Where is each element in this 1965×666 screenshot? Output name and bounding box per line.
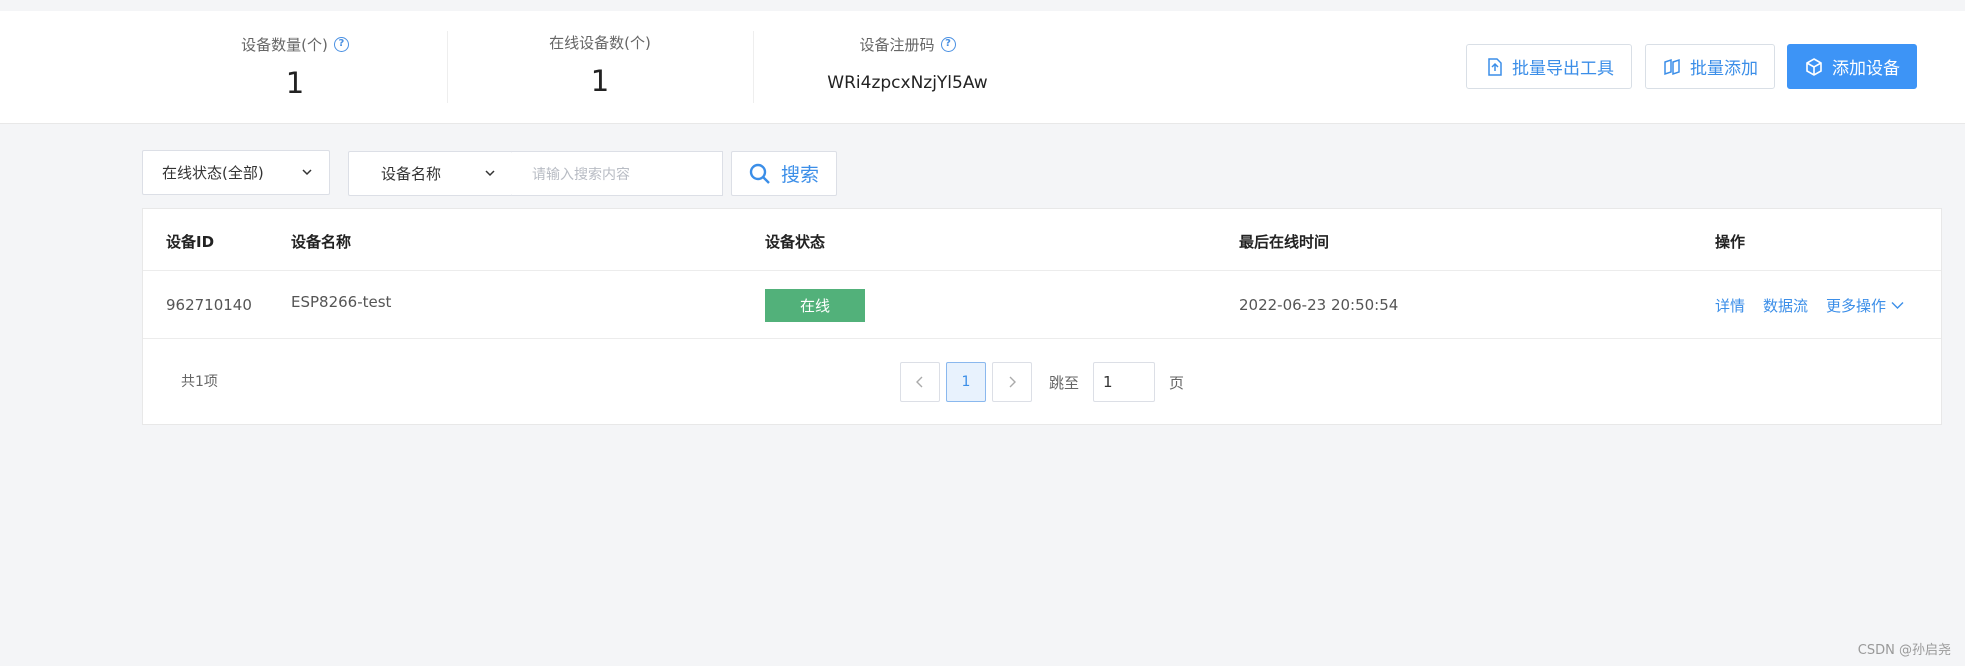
batch-add-button[interactable]: 批量添加 xyxy=(1645,44,1775,89)
cell-device-name: ESP8266-test xyxy=(291,293,392,311)
stat-device-count: 设备数量(个) ? 1 xyxy=(200,33,390,101)
cell-last-online: 2022-06-23 20:50:54 xyxy=(1239,296,1399,314)
search-field-value: 设备名称 xyxy=(381,165,442,183)
stat-device-count-label-row: 设备数量(个) ? xyxy=(200,33,390,55)
watermark: CSDN @孙启尧 xyxy=(1857,643,1951,658)
more-actions-dropdown[interactable]: 更多操作 xyxy=(1826,295,1904,316)
table-row: 962710140 ESP8266-test 在线 2022-06-23 20:… xyxy=(143,271,1941,339)
add-device-label: 添加设备 xyxy=(1832,59,1900,79)
search-field-select[interactable]: 设备名称 xyxy=(348,151,513,196)
column-header-operations: 操作 xyxy=(1715,233,1746,251)
jump-label: 跳至 xyxy=(1049,374,1080,392)
stat-register-code-value: WRi4zpcxNzjYl5Aw xyxy=(827,73,988,93)
stats-bar: 设备数量(个) ? 1 在线设备数(个) 1 设备注册码 ? WRi4zpcxN… xyxy=(0,11,1965,124)
stat-device-count-label: 设备数量(个) xyxy=(241,35,328,54)
export-icon xyxy=(1488,57,1502,76)
total-count: 共1项 xyxy=(181,374,218,390)
chevron-left-icon xyxy=(916,376,923,388)
search-icon xyxy=(749,163,770,184)
search-button[interactable]: 搜索 xyxy=(731,151,837,196)
box-icon xyxy=(1806,57,1822,76)
stat-online-count-value: 1 xyxy=(590,64,610,98)
prev-page-button[interactable] xyxy=(900,362,940,402)
stat-register-code-label-row: 设备注册码 ? xyxy=(800,33,1015,55)
device-table: 设备ID 设备名称 设备状态 最后在线时间 操作 962710140 ESP82… xyxy=(142,208,1942,425)
stat-device-count-value: 1 xyxy=(285,66,305,100)
more-actions-label: 更多操作 xyxy=(1826,297,1887,315)
copy-icon xyxy=(1664,58,1680,75)
chevron-down-icon xyxy=(485,170,495,177)
page-jump-input[interactable]: 1 xyxy=(1093,362,1155,402)
stat-online-count-label: 在线设备数(个) xyxy=(549,33,651,52)
details-link[interactable]: 详情 xyxy=(1715,295,1745,316)
batch-add-label: 批量添加 xyxy=(1690,59,1758,79)
search-button-label: 搜索 xyxy=(780,164,819,186)
top-strip xyxy=(0,0,1965,11)
chevron-down-icon xyxy=(1891,302,1904,309)
column-header-name: 设备名称 xyxy=(291,233,352,251)
column-header-id: 设备ID xyxy=(166,233,215,251)
status-filter-value: 在线状态(全部) xyxy=(162,164,264,182)
export-tool-label: 批量导出工具 xyxy=(1512,59,1614,79)
page-button-current[interactable]: 1 xyxy=(946,362,986,402)
search-input-placeholder: 请输入搜索内容 xyxy=(532,166,630,183)
add-device-button[interactable]: 添加设备 xyxy=(1787,44,1917,89)
cell-device-id: 962710140 xyxy=(166,296,252,314)
column-header-status: 设备状态 xyxy=(765,233,826,251)
next-page-button[interactable] xyxy=(992,362,1032,402)
export-tool-button[interactable]: 批量导出工具 xyxy=(1466,44,1632,89)
status-filter-select[interactable]: 在线状态(全部) xyxy=(142,150,330,195)
search-input[interactable]: 请输入搜索内容 xyxy=(512,151,723,196)
datastream-link[interactable]: 数据流 xyxy=(1763,295,1808,316)
page-suffix: 页 xyxy=(1169,374,1185,392)
column-header-last-online: 最后在线时间 xyxy=(1239,233,1330,251)
stat-register-code-label: 设备注册码 xyxy=(859,35,935,54)
chevron-right-icon xyxy=(1009,376,1016,388)
chevron-down-icon xyxy=(302,169,312,176)
stat-register-code: 设备注册码 ? WRi4zpcxNzjYl5Aw xyxy=(800,33,1015,95)
help-icon[interactable]: ? xyxy=(940,36,956,52)
status-badge: 在线 xyxy=(765,289,865,322)
stat-divider xyxy=(753,31,754,103)
stat-online-count: 在线设备数(个) 1 xyxy=(500,31,700,99)
help-icon[interactable]: ? xyxy=(333,36,349,52)
table-header: 设备ID 设备名称 设备状态 最后在线时间 操作 xyxy=(143,209,1941,271)
stat-divider xyxy=(447,31,448,103)
